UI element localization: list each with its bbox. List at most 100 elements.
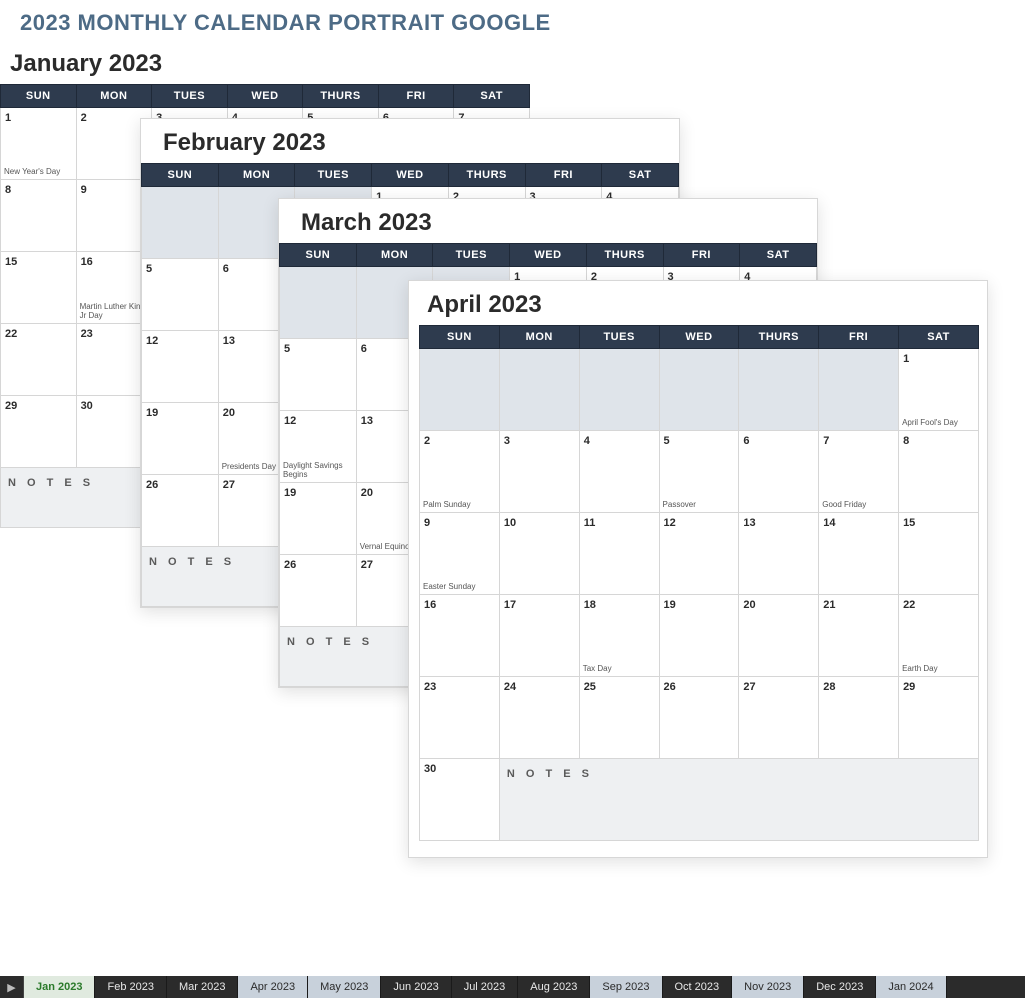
day-number: 22	[900, 596, 977, 611]
day-cell[interactable]: 19	[280, 483, 357, 555]
day-cell[interactable]: 15	[1, 252, 77, 324]
day-cell[interactable]	[280, 267, 357, 339]
day-cell[interactable]: 17	[499, 595, 579, 677]
day-header: MON	[356, 244, 433, 267]
day-cell[interactable]: 13	[739, 513, 819, 595]
day-cell[interactable]: 21	[819, 595, 899, 677]
day-cell[interactable]: 26	[142, 475, 219, 547]
day-cell[interactable]: 23	[420, 677, 500, 759]
day-cell[interactable]: 3	[499, 431, 579, 513]
day-cell[interactable]: 26	[280, 555, 357, 627]
day-header: TUES	[579, 326, 659, 349]
day-number: 19	[661, 596, 738, 611]
day-number: 1	[900, 350, 977, 365]
day-cell[interactable]: 12Daylight Savings Begins	[280, 411, 357, 483]
event-label: Passover	[663, 501, 736, 510]
day-number: 28	[820, 678, 897, 693]
day-number: 26	[661, 678, 738, 693]
day-number: 23	[421, 678, 498, 693]
day-cell[interactable]: 8	[1, 180, 77, 252]
day-number: 3	[501, 432, 578, 447]
day-cell[interactable]: 22Earth Day	[899, 595, 979, 677]
day-cell[interactable]: 4	[579, 431, 659, 513]
day-cell[interactable]: 29	[1, 396, 77, 468]
sheet-tab[interactable]: Jul 2023	[452, 976, 519, 998]
day-cell[interactable]: 11	[579, 513, 659, 595]
event-label: April Fool's Day	[902, 419, 975, 428]
sheet-tab[interactable]: Jan 2023	[24, 976, 95, 998]
day-cell[interactable]: 20	[739, 595, 819, 677]
day-cell[interactable]: 25	[579, 677, 659, 759]
day-cell[interactable]: 26	[659, 677, 739, 759]
day-cell[interactable]: 24	[499, 677, 579, 759]
month-title-mar: March 2023	[279, 199, 817, 243]
day-cell[interactable]: 2Palm Sunday	[420, 431, 500, 513]
day-number: 24	[501, 678, 578, 693]
day-cell[interactable]: 22	[1, 324, 77, 396]
day-cell[interactable]	[579, 349, 659, 431]
stage: January 2023SUNMONTUESWEDTHURSFRISAT1New…	[0, 40, 1025, 980]
day-cell[interactable]: 5 Passover	[659, 431, 739, 513]
sheet-tab[interactable]: Feb 2023	[95, 976, 166, 998]
day-header: WED	[227, 85, 303, 108]
day-cell[interactable]: 27	[739, 677, 819, 759]
day-cell[interactable]	[499, 349, 579, 431]
day-header: MON	[76, 85, 152, 108]
sheet-tab[interactable]: Oct 2023	[663, 976, 733, 998]
sheet-tab[interactable]: Dec 2023	[804, 976, 876, 998]
day-cell[interactable]: 8	[899, 431, 979, 513]
notes-cell[interactable]: N O T E S	[499, 759, 978, 841]
day-header: THURS	[303, 85, 379, 108]
day-cell[interactable]	[739, 349, 819, 431]
month-title-jan: January 2023	[0, 40, 530, 84]
day-cell[interactable]: 30	[420, 759, 500, 841]
day-cell[interactable]: 28	[819, 677, 899, 759]
day-number: 14	[820, 514, 897, 529]
day-cell[interactable]: 7Good Friday	[819, 431, 899, 513]
sheet-tab[interactable]: May 2023	[308, 976, 381, 998]
day-header: TUES	[433, 244, 510, 267]
day-number: 22	[2, 325, 75, 340]
sheet-tab[interactable]: Jun 2023	[381, 976, 451, 998]
day-cell[interactable]	[819, 349, 899, 431]
day-cell[interactable]: 19	[659, 595, 739, 677]
day-cell[interactable]: 5	[142, 259, 219, 331]
day-header: FRI	[378, 85, 454, 108]
sheet-tab[interactable]: Aug 2023	[518, 976, 590, 998]
day-cell[interactable]: 5	[280, 339, 357, 411]
event-label: Good Friday	[822, 501, 895, 510]
day-cell[interactable]: 19	[142, 403, 219, 475]
day-cell[interactable]	[659, 349, 739, 431]
day-cell[interactable]: 1New Year's Day	[1, 108, 77, 180]
tab-nav-play-icon[interactable]: ▶	[0, 976, 24, 998]
day-cell[interactable]: 10	[499, 513, 579, 595]
day-number: 5	[661, 432, 738, 447]
day-number: 20	[740, 596, 817, 611]
day-header: THURS	[586, 244, 663, 267]
day-number: 2	[421, 432, 498, 447]
day-header: TUES	[295, 164, 372, 187]
day-cell[interactable]: 6	[739, 431, 819, 513]
sheet-tab[interactable]: Jan 2024	[876, 976, 946, 998]
day-cell[interactable]: 14	[819, 513, 899, 595]
day-cell[interactable]: 12	[142, 331, 219, 403]
day-cell[interactable]: 16	[420, 595, 500, 677]
sheet-tab[interactable]: Mar 2023	[167, 976, 238, 998]
day-cell[interactable]: 12	[659, 513, 739, 595]
day-cell[interactable]: 18Tax Day	[579, 595, 659, 677]
day-cell[interactable]: 29	[899, 677, 979, 759]
sheet-tab[interactable]: Apr 2023	[238, 976, 308, 998]
day-header: TUES	[152, 85, 228, 108]
event-label: Daylight Savings Begins	[283, 462, 353, 480]
sheet-tab[interactable]: Sep 2023	[590, 976, 662, 998]
day-cell[interactable]	[142, 187, 219, 259]
day-number: 18	[581, 596, 658, 611]
day-number: 17	[501, 596, 578, 611]
day-cell[interactable]: 9Easter Sunday	[420, 513, 500, 595]
day-cell[interactable]: 1 April Fool's Day	[899, 349, 979, 431]
day-cell[interactable]	[420, 349, 500, 431]
notes-label: N O T E S	[501, 760, 977, 780]
sheet-tab[interactable]: Nov 2023	[732, 976, 804, 998]
calendar-apr: SUNMONTUESWEDTHURSFRISAT1April Fool's Da…	[419, 325, 979, 841]
day-cell[interactable]: 15	[899, 513, 979, 595]
